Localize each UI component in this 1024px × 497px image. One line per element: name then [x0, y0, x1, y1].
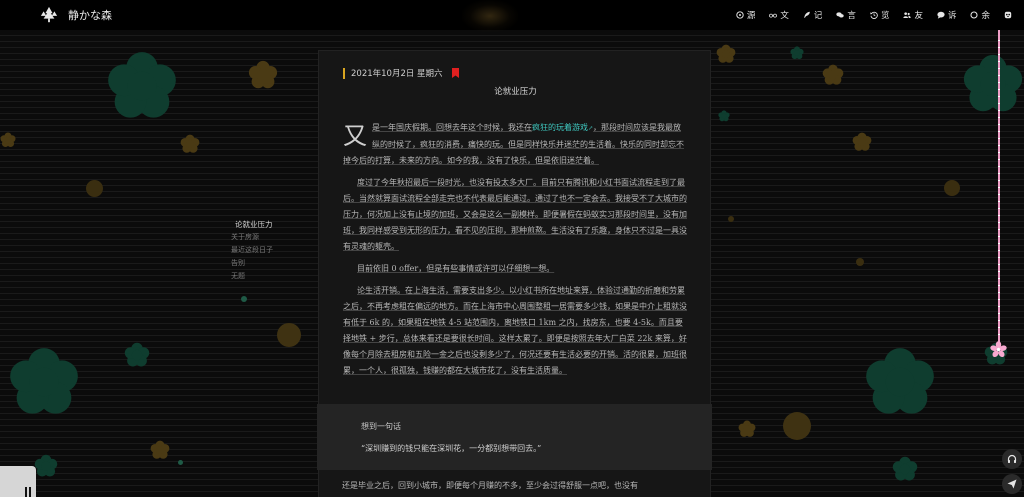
nav-label: 记	[813, 11, 823, 21]
top-navigation-bar: 静かな森 源 文 记 言 览 友 诉 余	[0, 0, 1024, 30]
site-title[interactable]: 静かな森	[68, 7, 112, 23]
nav-item-words[interactable]: 言	[836, 9, 856, 21]
flower-icon	[34, 454, 58, 478]
paragraph: 还是毕业之后，回到小城市，即便每个月赚的不多，至少会过得舒服一点吧，也没有	[342, 481, 638, 490]
paragraph-text: 是一年国庆假期。回想去年这个时候，我还在	[372, 123, 532, 132]
nav-item-friends[interactable]: 友	[903, 9, 923, 21]
scroll-progress-dots	[998, 40, 1000, 340]
toc-item[interactable]: 关于房源	[231, 231, 273, 244]
flower-icon	[852, 132, 872, 152]
chat-icon	[836, 12, 845, 18]
flower-icon	[150, 440, 170, 460]
flower-icon	[8, 346, 80, 418]
paragraph: 目前依旧 0 offer，但是有些事情或许可以仔细想一想。	[357, 264, 555, 273]
paragraph: 论生活开销。在上海生活，需要支出多少。以小红书所在地址来算，体验过通勤的折磨和劳…	[343, 286, 687, 375]
nav-label: 源	[746, 11, 756, 21]
nav-label: 余	[981, 11, 990, 21]
bokeh-dot	[277, 323, 301, 347]
pause-icon[interactable]	[25, 487, 32, 497]
message-icon	[937, 11, 945, 19]
toc-item[interactable]: 无题	[231, 270, 273, 283]
bokeh-dot	[178, 460, 183, 465]
circle-icon	[970, 11, 979, 19]
article-title: 论就业压力	[494, 87, 537, 97]
quote-title: 想到一句话	[361, 422, 401, 431]
table-of-contents: 论就业压力 关于房源 最近这段日子 告别 无题	[231, 218, 273, 283]
nav-label: 诉	[947, 11, 957, 21]
flower-icon	[124, 342, 150, 368]
music-button[interactable]	[1002, 449, 1022, 469]
main-nav: 源 文 记 言 览 友 诉 余	[722, 0, 1012, 30]
flower-icon	[790, 46, 804, 60]
mask-icon	[1004, 11, 1012, 19]
tree-logo-icon[interactable]	[40, 6, 58, 24]
nav-label: 言	[847, 11, 856, 21]
flower-icon	[716, 44, 736, 64]
flower-icon	[0, 132, 16, 148]
article-date: 2021年10月2日 星期六	[351, 69, 443, 79]
history-icon	[870, 11, 878, 19]
quote-text: “深圳赚到的钱只能在深圳花，一分都别想带回去。”	[361, 444, 542, 453]
quote-block: 想到一句话 “深圳赚到的钱只能在深圳花，一分都别想带回去。”	[317, 404, 712, 470]
flower-icon	[718, 110, 730, 122]
toc-item[interactable]: 告别	[231, 257, 273, 270]
nav-item-notes[interactable]: 记	[803, 9, 823, 21]
nav-item-source[interactable]: 源	[736, 9, 756, 21]
toc-item[interactable]: 最近这段日子	[231, 244, 273, 257]
flower-icon	[738, 420, 756, 438]
bokeh-dot	[86, 180, 103, 197]
users-icon	[903, 12, 912, 18]
date-accent-bar	[343, 67, 345, 79]
toc-item[interactable]: 论就业压力	[235, 218, 273, 231]
nav-item-more[interactable]: 余	[970, 9, 990, 21]
flower-icon	[864, 346, 936, 418]
nav-item-articles[interactable]: 文	[769, 9, 789, 21]
article-date-row: 2021年10月2日 星期六	[343, 67, 459, 79]
nav-item-mask[interactable]	[1004, 11, 1012, 19]
nav-item-tell[interactable]: 诉	[937, 9, 957, 21]
share-button[interactable]	[1002, 474, 1022, 494]
nav-item-browse[interactable]: 览	[870, 9, 890, 21]
bokeh-dot	[856, 258, 864, 266]
bokeh-dot	[241, 296, 247, 302]
glasses-icon	[769, 13, 778, 18]
headphones-icon	[1007, 454, 1017, 463]
article-body: 又是一年国庆假期。回想去年这个时候，我还在疯狂的玩着游戏↗，那段时间应该是我最放…	[343, 120, 688, 385]
game-link[interactable]: 疯狂的玩着游戏	[532, 123, 588, 132]
compass-icon	[736, 11, 744, 19]
bokeh-dot	[944, 180, 960, 196]
nav-label: 文	[780, 11, 789, 21]
paragraph: 度过了今年秋招最后一段时光，也没有投太多大厂。目前只有腾讯和小红书面试流程走到了…	[343, 178, 687, 251]
flower-icon	[106, 50, 178, 122]
nav-label: 友	[914, 11, 923, 21]
bookmark-icon[interactable]	[451, 68, 459, 78]
feather-icon	[804, 11, 810, 18]
send-icon	[1007, 479, 1017, 489]
flower-icon	[892, 456, 918, 482]
flower-icon	[180, 134, 200, 154]
sakura-scroll-handle-icon[interactable]	[990, 341, 1007, 358]
paragraph: 又是一年国庆假期。回想去年这个时候，我还在疯狂的玩着游戏↗，那段时间应该是我最放…	[343, 120, 688, 169]
drop-cap: 又	[343, 122, 367, 150]
flower-icon	[962, 48, 1024, 120]
nav-label: 览	[880, 11, 890, 21]
bokeh-dot	[783, 412, 811, 440]
flower-icon	[822, 64, 844, 86]
flower-icon	[248, 60, 278, 90]
bokeh-dot	[728, 216, 734, 222]
